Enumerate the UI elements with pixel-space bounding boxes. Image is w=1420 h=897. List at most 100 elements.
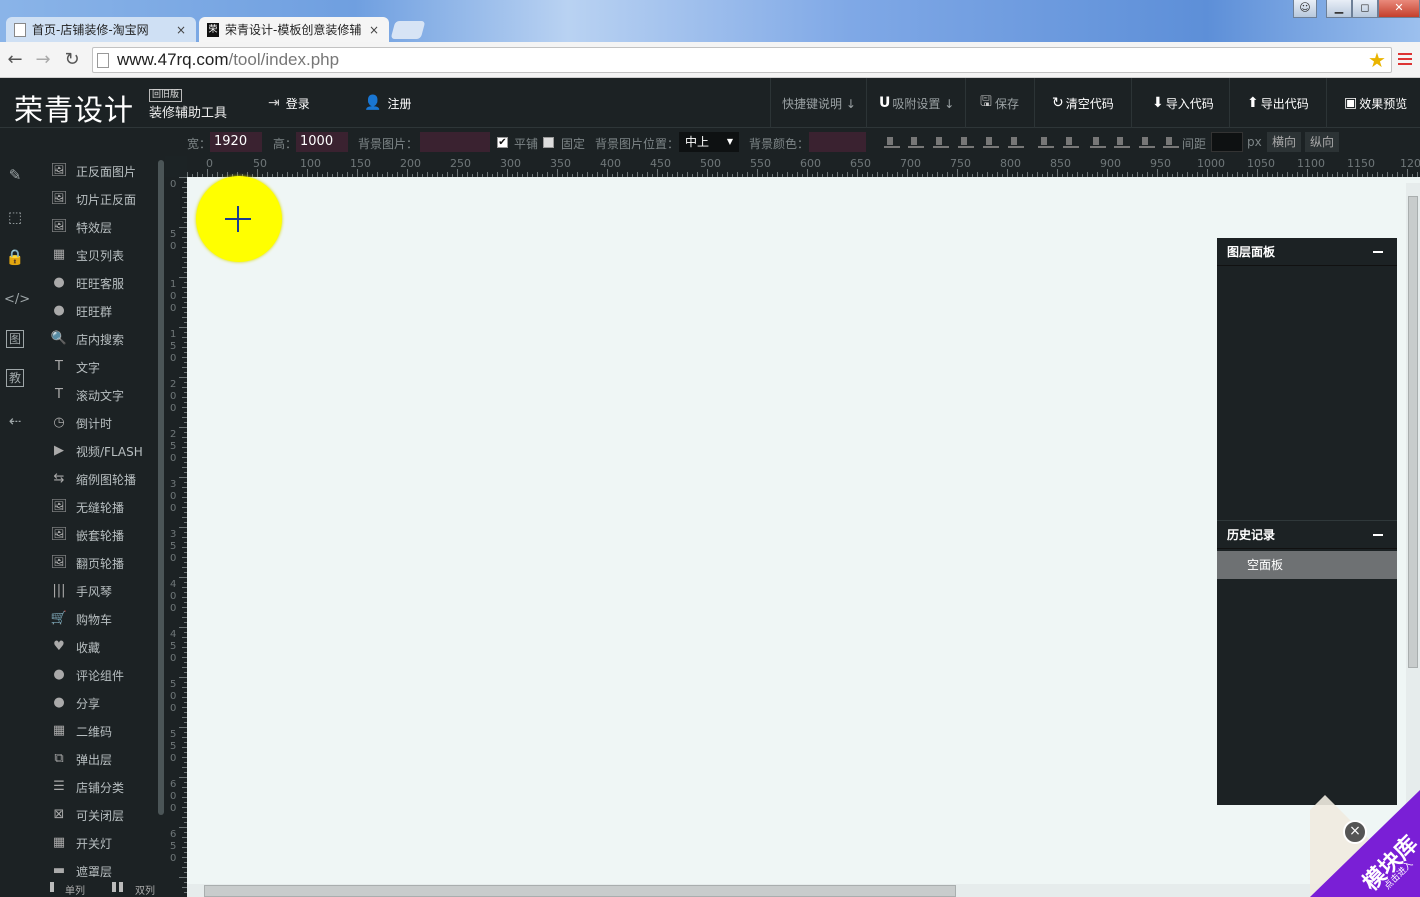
export-code-button[interactable]: ⬆ 导出代码 [1247,78,1309,128]
lock-icon[interactable]: 🔒 [4,246,26,268]
component-item[interactable]: 🖼 无缝轮播 [50,496,124,518]
component-item[interactable]: ▦ 开关灯 [50,832,112,854]
component-item[interactable]: ● 分享 [50,692,100,714]
text-align-left-icon[interactable] [1038,136,1054,148]
distribute-h-icon[interactable] [1114,136,1130,148]
save-button[interactable]: 🖫 保存 [980,78,1019,128]
fixed-checkbox[interactable] [543,137,554,148]
single-column-button[interactable]: 单列 [65,882,85,897]
component-item[interactable]: ▶ 视频/FLASH [50,440,143,462]
module-library-corner[interactable]: × 模块库 点击进入 [1310,790,1420,897]
component-item[interactable]: 🔍 店内搜索 [50,328,124,350]
minimize-icon[interactable] [1373,534,1383,536]
url-input[interactable]: www.47rq.com/tool/index.php [92,47,1392,73]
component-label: 开关灯 [76,836,113,851]
browser-menu-icon[interactable] [1398,53,1412,67]
component-item[interactable]: ● 旺旺群 [50,300,112,322]
double-column-icon[interactable] [112,882,116,892]
align-top-icon[interactable] [933,136,949,148]
align-left-icon[interactable] [884,136,900,148]
back-arrow-icon[interactable]: ← [4,50,26,70]
tile-checkbox[interactable]: ✔ [497,137,508,148]
add-element-plus-icon[interactable] [196,176,282,262]
minimize-icon[interactable] [1373,251,1383,253]
component-item[interactable]: ◷ 倒计时 [50,412,112,434]
shortcuts-dropdown[interactable]: 快捷键说明 ↓ [782,78,856,128]
component-item[interactable]: ● 旺旺客服 [50,272,124,294]
component-item[interactable]: 🖼 切片正反面 [50,188,136,210]
component-item[interactable]: T 滚动文字 [50,384,124,406]
minimize-button[interactable]: ▁ [1326,0,1352,18]
align-center-v-icon[interactable] [983,136,999,148]
component-item[interactable]: ● 评论组件 [50,664,124,686]
bg-image-input[interactable] [420,132,490,152]
spacing-icon[interactable] [1163,136,1179,148]
browser-tab-taobao[interactable]: 首页-店铺装修-淘宝网 × [6,17,196,42]
component-item[interactable]: T 文字 [50,356,100,378]
component-item[interactable]: 🖼 正反面图片 [50,160,136,182]
component-item[interactable]: 🛒 购物车 [50,608,112,630]
tutorial-icon[interactable]: 教 [6,369,24,387]
refresh-icon: ↻ [1052,95,1064,111]
close-icon[interactable]: × [1343,820,1367,844]
text-align-center-icon[interactable] [1063,136,1079,148]
align-right-icon[interactable] [908,136,924,148]
component-item[interactable]: ||| 手风琴 [50,580,112,602]
horizontal-button[interactable]: 横向 [1267,132,1302,152]
browser-tab-47rq[interactable]: 荣 荣青设计-模板创意装修辅 × [199,17,389,42]
login-button[interactable]: ⇥ 登录 [268,78,310,128]
component-item[interactable]: 🖼 翻页轮播 [50,552,124,574]
single-column-icon[interactable] [50,882,54,892]
maximize-button[interactable]: ◻ [1352,0,1378,18]
component-item[interactable]: ⧉ 弹出层 [50,748,112,770]
select-icon[interactable]: ⬚ [4,206,26,228]
distribute-v-icon[interactable] [1139,136,1155,148]
export-code-label: 导出代码 [1260,96,1309,111]
align-center-h-icon[interactable] [1008,136,1024,148]
back-icon[interactable]: ⇠ [4,410,26,432]
reload-icon[interactable]: ↻ [61,50,83,70]
history-item[interactable]: 空面板 [1217,551,1397,579]
old-version-badge[interactable]: 回旧版 [149,89,183,102]
snap-settings-dropdown[interactable]: U 吸附设置 ↓ [879,78,954,128]
logo[interactable]: 荣青设计 [14,87,134,129]
user-profile-icon[interactable]: ☺ [1293,0,1317,18]
close-icon[interactable]: × [174,23,188,37]
bg-color-input[interactable] [809,132,866,152]
component-label: 旺旺客服 [76,276,125,291]
align-bottom-icon[interactable] [958,136,974,148]
edit-icon[interactable]: ✎ [4,164,26,186]
component-item[interactable]: ♥ 收藏 [50,636,100,658]
component-item[interactable]: ⇆ 缩例图轮播 [50,468,136,490]
component-item[interactable]: ⊠ 可关闭层 [50,804,124,826]
register-button[interactable]: 👤 注册 [364,78,411,128]
spacing-input[interactable] [1211,132,1243,152]
preview-button[interactable]: ▣ 效果预览 [1344,78,1407,128]
component-item[interactable]: 🖼 特效层 [50,216,112,238]
height-input[interactable]: 1000 [296,132,348,152]
close-window-button[interactable]: ✕ [1378,0,1420,18]
double-column-button[interactable]: 双列 [135,882,155,897]
bg-position-select[interactable]: 中上 ▼ [679,132,739,152]
component-item[interactable]: ▦ 二维码 [50,720,112,742]
component-list-scrollbar[interactable] [158,160,164,815]
component-item[interactable]: 🖼 嵌套轮播 [50,524,124,546]
magnet-icon: U [879,95,891,111]
canvas-vertical-scroll-thumb[interactable] [1408,196,1418,668]
component-item[interactable]: ☰ 店铺分类 [50,776,124,798]
width-input[interactable]: 1920 [210,132,262,152]
component-item[interactable]: ▦ 宝贝列表 [50,244,124,266]
image-icon[interactable]: 图 [6,330,24,348]
forward-arrow-icon[interactable]: → [32,50,54,70]
text-align-right-icon[interactable] [1090,136,1106,148]
double-column-icon[interactable] [119,882,123,892]
code-icon[interactable]: </> [4,289,30,311]
new-tab-button[interactable] [390,21,426,39]
vertical-button[interactable]: 纵向 [1305,132,1340,152]
import-code-button[interactable]: ⬇ 导入代码 [1152,78,1214,128]
ruler-tick-label: 300 [500,157,521,170]
bookmark-star-icon[interactable]: ★ [1368,48,1386,72]
close-icon[interactable]: × [367,23,381,37]
clear-code-button[interactable]: ↻ 清空代码 [1052,78,1114,128]
canvas-horizontal-scroll-thumb[interactable] [204,885,956,897]
